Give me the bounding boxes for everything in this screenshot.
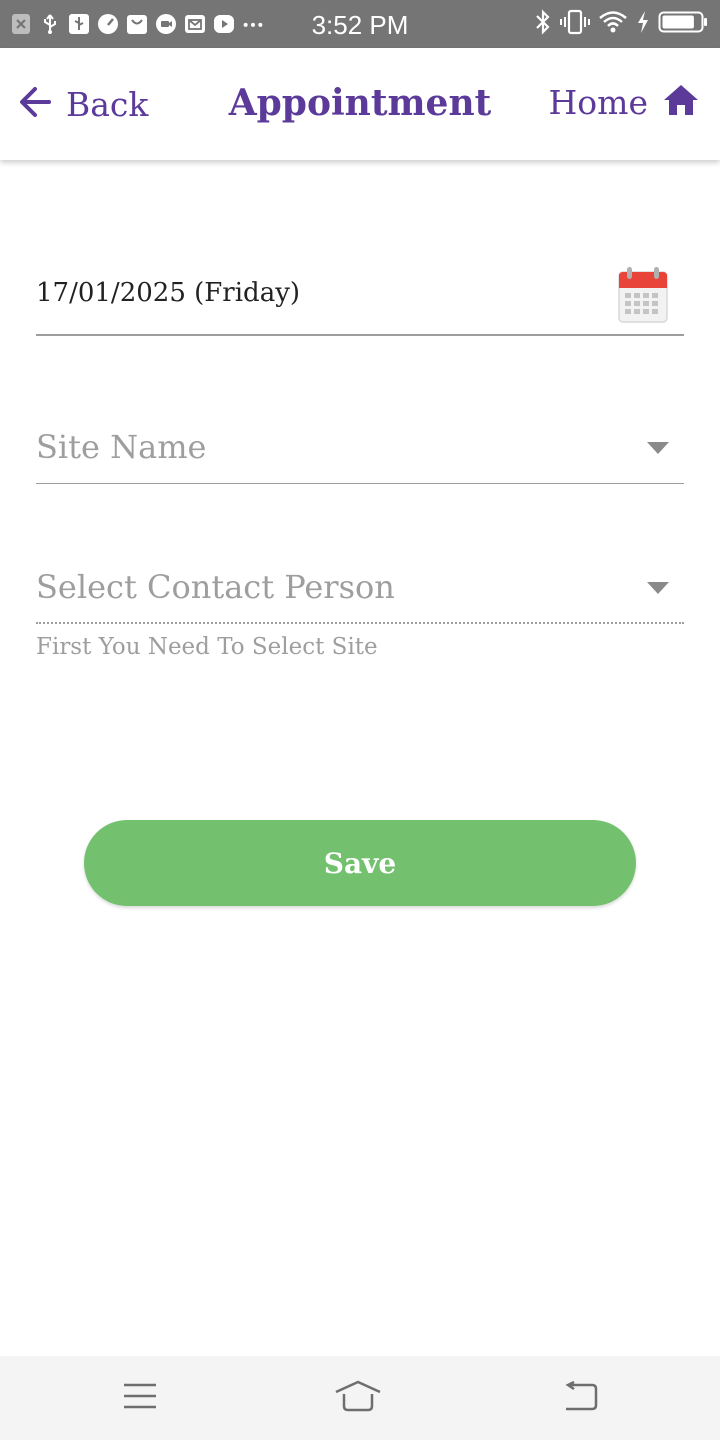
date-field[interactable]: 17/01/2025 (Friday) <box>36 262 684 336</box>
site-name-placeholder: Site Name <box>36 428 207 466</box>
save-button[interactable]: Save <box>84 820 636 906</box>
bluetooth-icon <box>534 9 552 39</box>
system-status-icons <box>534 9 708 39</box>
back-nav-button[interactable] <box>558 1378 602 1418</box>
status-bar: 3:52 PM <box>0 0 720 48</box>
app-bar: Back Appointment Home <box>0 48 720 160</box>
contact-person-placeholder: Select Contact Person <box>36 568 395 606</box>
battery-icon <box>658 10 708 38</box>
home-icon <box>662 83 700 121</box>
site-name-dropdown[interactable]: Site Name <box>36 420 684 484</box>
calendar-icon[interactable] <box>618 266 668 324</box>
menu-icon <box>123 1382 157 1414</box>
home-label: Home <box>548 82 648 122</box>
home-button[interactable]: Home <box>549 82 700 122</box>
vibrate-icon <box>560 9 590 39</box>
home-nav-icon <box>334 1380 382 1416</box>
contact-person-dropdown[interactable]: Select Contact Person <box>36 560 684 624</box>
dropdown-arrow-icon <box>646 580 670 594</box>
contact-helper-text: First You Need To Select Site <box>36 634 378 660</box>
date-value: 17/01/2025 (Friday) <box>36 278 301 308</box>
save-label: Save <box>323 846 397 880</box>
menu-button[interactable] <box>118 1378 162 1418</box>
charging-bolt-icon <box>636 10 650 38</box>
dropdown-arrow-icon <box>646 440 670 454</box>
wifi-icon <box>598 10 628 38</box>
back-nav-icon <box>562 1380 598 1415</box>
home-nav-button[interactable] <box>334 1378 382 1418</box>
navigation-bar <box>0 1356 720 1440</box>
